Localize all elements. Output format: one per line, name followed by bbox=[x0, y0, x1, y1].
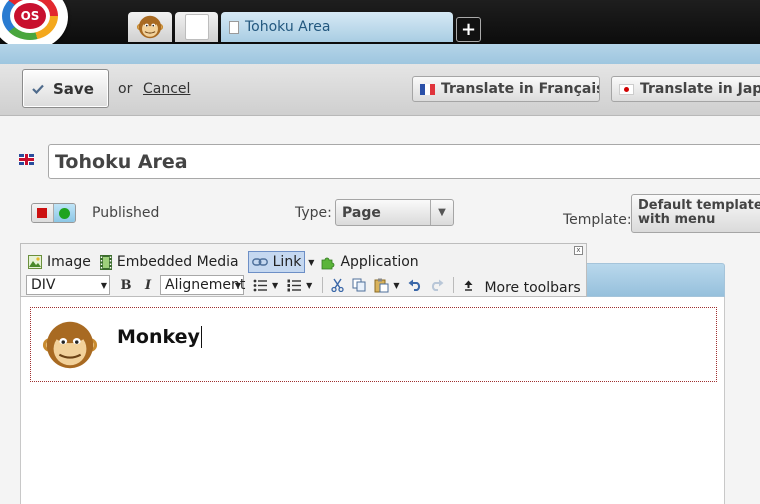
translate-french-label: Translate in Français bbox=[441, 81, 600, 97]
translate-french-button[interactable]: Translate in Français bbox=[412, 76, 600, 102]
translate-japanese-button[interactable]: Translate in Japanese bbox=[611, 76, 760, 102]
cancel-link[interactable]: Cancel bbox=[143, 81, 190, 97]
editor-content-area[interactable]: Monkey bbox=[20, 297, 725, 504]
status-label: Published bbox=[92, 205, 160, 221]
format-select[interactable]: DIV ▼ bbox=[26, 275, 110, 295]
close-icon[interactable]: x bbox=[574, 246, 583, 255]
alignment-value: Alignement bbox=[165, 277, 246, 293]
tab-page[interactable] bbox=[175, 12, 218, 42]
type-label: Type: bbox=[295, 205, 332, 221]
copy-button[interactable] bbox=[349, 275, 369, 295]
format-value: DIV bbox=[31, 277, 56, 293]
tab-label: Tohoku Area bbox=[245, 19, 331, 35]
flag-jp-icon bbox=[619, 83, 634, 95]
save-label: Save bbox=[53, 79, 94, 98]
published-state[interactable] bbox=[53, 204, 75, 222]
editor-toolbar: x Image Embedded Media Link ▼ Applicatio… bbox=[20, 243, 587, 297]
flag-fr-icon bbox=[420, 83, 435, 95]
top-tab-bar: OS Tohoku Area + bbox=[0, 0, 760, 50]
number-list-caret[interactable]: ▼ bbox=[306, 281, 312, 290]
copy-icon bbox=[352, 278, 366, 292]
publish-toggle[interactable] bbox=[31, 203, 76, 223]
arrow-up-icon bbox=[464, 280, 473, 291]
insert-image-button[interactable]: Image bbox=[28, 254, 91, 270]
paste-button[interactable] bbox=[371, 275, 391, 295]
redo-button[interactable] bbox=[427, 275, 447, 295]
paste-menu-caret[interactable]: ▼ bbox=[393, 281, 399, 290]
monkey-icon bbox=[42, 321, 98, 369]
content-text[interactable]: Monkey bbox=[117, 326, 202, 348]
more-toolbars-button[interactable] bbox=[458, 275, 478, 295]
chevron-down-icon: ▼ bbox=[100, 281, 107, 290]
number-list-icon bbox=[287, 279, 302, 291]
bullet-list-icon bbox=[253, 279, 267, 291]
title-input[interactable]: Tohoku Area bbox=[48, 144, 760, 179]
insert-toolbar-row: Image Embedded Media Link ▼ Application bbox=[28, 251, 428, 273]
translate-japanese-label: Translate in Japanese bbox=[640, 81, 760, 97]
redo-icon bbox=[432, 279, 444, 291]
page-icon bbox=[185, 14, 209, 40]
unpublished-state[interactable] bbox=[32, 204, 54, 222]
save-button[interactable]: Save bbox=[22, 69, 109, 108]
monkey-icon bbox=[136, 15, 164, 39]
cut-button[interactable] bbox=[327, 275, 347, 295]
content-block[interactable]: Monkey bbox=[30, 307, 717, 382]
paste-icon bbox=[374, 278, 389, 292]
or-text: or bbox=[118, 81, 133, 97]
undo-button[interactable] bbox=[405, 275, 425, 295]
insert-link-button[interactable]: Link bbox=[247, 251, 306, 273]
insert-application-label: Application bbox=[340, 254, 419, 270]
undo-icon bbox=[408, 279, 421, 291]
more-toolbars-label[interactable]: More toolbars bbox=[484, 280, 580, 296]
alignment-select[interactable]: Alignement ▼ bbox=[160, 275, 246, 295]
chevron-down-icon: ▼ bbox=[234, 281, 241, 290]
type-value: Page bbox=[342, 204, 381, 221]
bullet-list-button[interactable] bbox=[250, 275, 270, 295]
tab-tohoku-area[interactable]: Tohoku Area bbox=[221, 12, 453, 42]
tab-monkey[interactable] bbox=[128, 12, 172, 42]
toolbar-separator bbox=[453, 277, 455, 293]
flag-uk-icon bbox=[19, 154, 34, 165]
action-bar: Save or Cancel Translate in Français Tra… bbox=[0, 64, 760, 116]
tab-content-strip bbox=[0, 44, 760, 64]
bold-button[interactable]: B bbox=[116, 275, 136, 295]
insert-application-button[interactable]: Application bbox=[320, 254, 419, 270]
logo-text: OS bbox=[14, 3, 46, 29]
italic-button[interactable]: I bbox=[138, 275, 158, 295]
image-icon bbox=[28, 255, 42, 269]
type-select[interactable]: Page ▼ bbox=[335, 199, 454, 226]
insert-link-label: Link bbox=[272, 254, 302, 270]
toolbar-separator bbox=[322, 277, 324, 293]
format-toolbar-row: DIV ▼ B I Alignement ▼ ▼ ▼ ▼ More toolba… bbox=[26, 275, 581, 296]
add-tab-button[interactable]: + bbox=[456, 17, 481, 42]
link-icon bbox=[251, 258, 268, 266]
page-icon bbox=[229, 20, 239, 34]
bullet-list-caret[interactable]: ▼ bbox=[272, 281, 278, 290]
insert-image-label: Image bbox=[47, 254, 91, 270]
insert-media-button[interactable]: Embedded Media bbox=[99, 254, 239, 270]
template-select[interactable]: Default template with menu bbox=[631, 194, 760, 233]
chevron-down-icon[interactable]: ▼ bbox=[430, 200, 453, 225]
page-form: Tohoku Area Published Type: Page ▼ Templ… bbox=[0, 117, 760, 504]
os-logo-icon[interactable]: OS bbox=[0, 0, 68, 50]
check-icon bbox=[32, 84, 44, 94]
insert-media-label: Embedded Media bbox=[116, 254, 239, 270]
link-menu-caret[interactable]: ▼ bbox=[308, 258, 314, 267]
film-icon bbox=[99, 254, 112, 270]
cut-icon bbox=[331, 278, 344, 292]
puzzle-icon bbox=[322, 257, 335, 269]
number-list-button[interactable] bbox=[284, 275, 304, 295]
template-label: Template: bbox=[563, 212, 632, 228]
